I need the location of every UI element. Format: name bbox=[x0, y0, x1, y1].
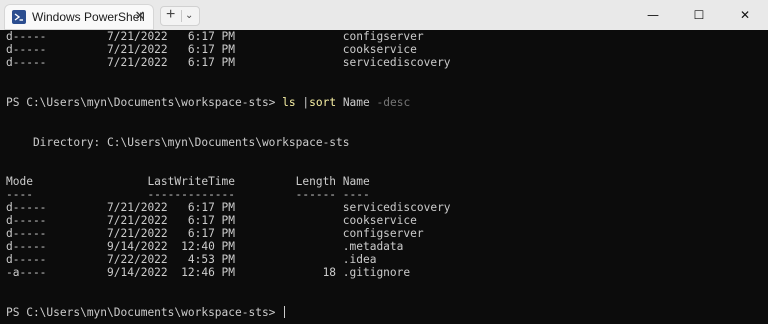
chevron-down-icon[interactable]: ⌄ bbox=[185, 7, 193, 25]
argument: Name bbox=[336, 96, 377, 109]
terminal-output[interactable]: d----- 7/21/2022 6:17 PM configserver d-… bbox=[0, 30, 768, 324]
tab-title: Windows PowerShell bbox=[32, 10, 145, 24]
tab-windows-powershell[interactable]: Windows PowerShell ✕ bbox=[4, 4, 154, 30]
text-cursor bbox=[284, 306, 286, 318]
table-underline: ---- ------------- ------ ---- bbox=[6, 188, 370, 201]
prompt-line: PS C:\Users\myn\Documents\workspace-sts>… bbox=[6, 96, 410, 109]
flag: -desc bbox=[376, 96, 411, 109]
table-header: Mode LastWriteTime Length Name bbox=[6, 175, 370, 188]
new-tab-button[interactable]: + ⌄ bbox=[160, 6, 200, 26]
prompt-line[interactable]: PS C:\Users\myn\Documents\workspace-sts> bbox=[6, 306, 286, 319]
powershell-icon bbox=[12, 10, 26, 24]
command-sort: sort bbox=[309, 96, 337, 109]
close-window-button[interactable]: ✕ bbox=[722, 0, 768, 30]
table-row: d----- 7/21/2022 6:17 PM cookservice bbox=[6, 214, 417, 227]
plus-icon[interactable]: + bbox=[166, 6, 175, 24]
divider bbox=[181, 10, 182, 22]
table-row: d----- 7/22/2022 4:53 PM .idea bbox=[6, 253, 377, 266]
close-tab-icon[interactable]: ✕ bbox=[132, 8, 148, 24]
prompt-text: PS C:\Users\myn\Documents\workspace-sts> bbox=[6, 306, 283, 319]
output-line: d----- 7/21/2022 6:17 PM cookservice bbox=[6, 43, 417, 56]
output-line: d----- 7/21/2022 6:17 PM servicediscover… bbox=[6, 56, 451, 69]
command-ls: ls bbox=[282, 96, 296, 109]
output-line: d----- 7/21/2022 6:17 PM configserver bbox=[6, 30, 424, 43]
table-row: d----- 9/14/2022 12:40 PM .metadata bbox=[6, 240, 404, 253]
title-bar: Windows PowerShell ✕ + ⌄ — ☐ ✕ bbox=[0, 0, 768, 30]
table-row: d----- 7/21/2022 6:17 PM configserver bbox=[6, 227, 424, 240]
table-row: -a---- 9/14/2022 12:46 PM 18 .gitignore bbox=[6, 266, 411, 279]
maximize-button[interactable]: ☐ bbox=[676, 0, 722, 30]
minimize-button[interactable]: — bbox=[630, 0, 676, 30]
table-row: d----- 7/21/2022 6:17 PM servicediscover… bbox=[6, 201, 451, 214]
directory-line: Directory: C:\Users\myn\Documents\worksp… bbox=[6, 136, 350, 149]
pipe: | bbox=[295, 96, 310, 109]
prompt-text: PS C:\Users\myn\Documents\workspace-sts> bbox=[6, 96, 283, 109]
